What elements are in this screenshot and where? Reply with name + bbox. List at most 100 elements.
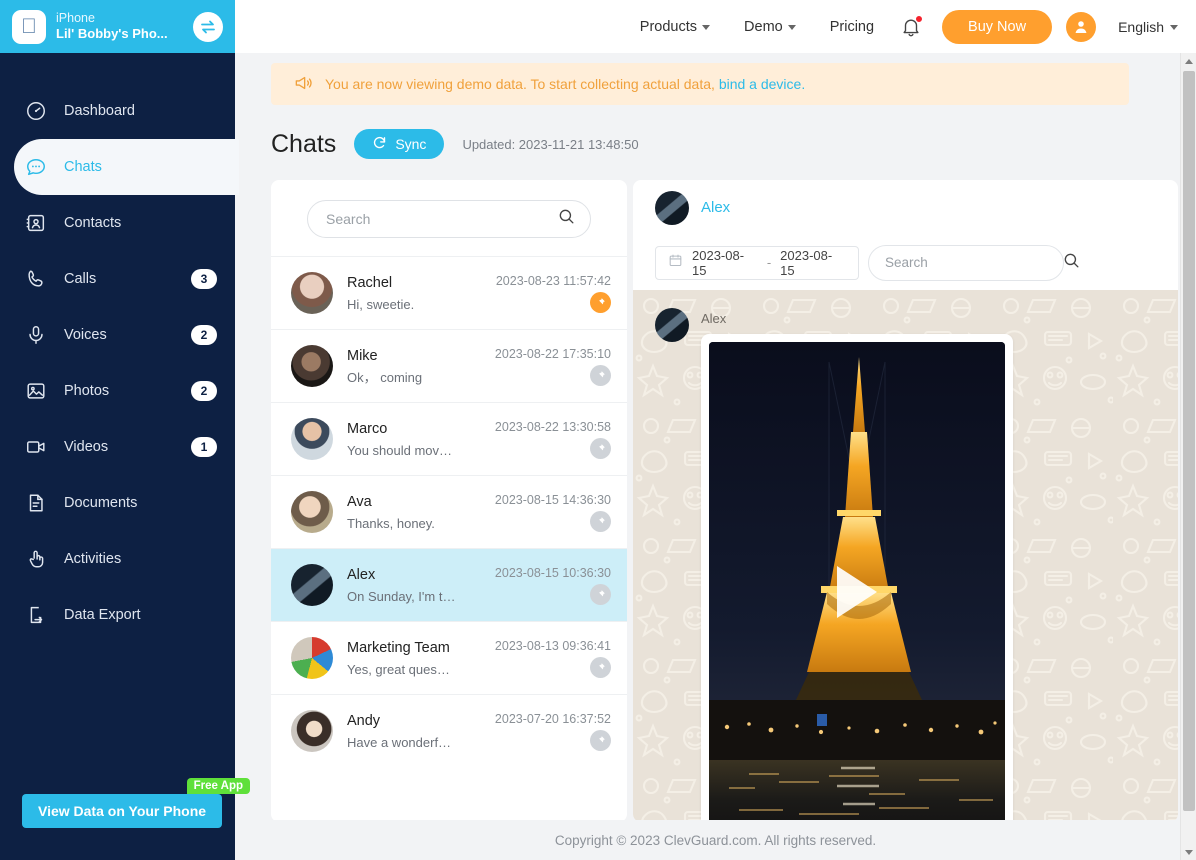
view-data-cta: Free App View Data on Your Phone <box>22 778 251 828</box>
table-row[interactable]: Andy Have a wonderf… 2023-07-20 16:37:52 <box>271 694 627 767</box>
chat-time: 2023-07-20 16:37:52 <box>494 711 611 726</box>
chat-name: Rachel <box>347 274 393 291</box>
device-type: iPhone <box>56 11 95 25</box>
table-row[interactable]: Marco You should mov… 2023-08-22 13:30:5… <box>271 402 627 475</box>
language-selector[interactable]: English <box>1118 19 1178 35</box>
refresh-icon <box>372 135 387 153</box>
chat-time: 2023-08-22 13:30:58 <box>494 419 611 434</box>
photo-icon <box>24 379 48 403</box>
pin-icon[interactable] <box>590 656 611 678</box>
message-item: Alex <box>655 308 1178 820</box>
search-icon[interactable] <box>557 207 576 231</box>
sidebar-item-data-export[interactable]: Data Export <box>0 587 235 643</box>
nav-demo[interactable]: Demo <box>744 19 796 35</box>
pin-icon[interactable] <box>590 364 611 386</box>
device-selector[interactable]:  iPhone Lil' Bobby's Pho... <box>0 0 235 53</box>
pin-icon[interactable] <box>590 291 611 313</box>
page-title: Chats <box>271 129 337 158</box>
apple-icon:  <box>12 9 46 44</box>
chat-time: 2023-08-22 17:35:10 <box>494 346 611 361</box>
chat-row-text: Rachel Hi, sweetie. <box>347 273 482 314</box>
panels: Rachel Hi, sweetie. 2023-08-23 11:57:42 <box>271 180 1178 820</box>
message-area: Alex <box>633 290 1178 820</box>
nav-pricing[interactable]: Pricing <box>830 19 874 35</box>
chat-name: Mike <box>347 347 378 364</box>
message-search-box[interactable] <box>868 244 1079 281</box>
chat-preview: On Sunday, I'm t… <box>347 588 456 604</box>
search-icon[interactable] <box>1062 251 1081 275</box>
sidebar-item-chats[interactable]: Chats <box>14 139 239 195</box>
avatar <box>291 345 333 387</box>
sidebar-label: Dashboard <box>64 103 135 119</box>
media-message-card[interactable] <box>701 334 1013 820</box>
chevron-down-icon <box>1170 25 1178 30</box>
pin-icon[interactable] <box>590 437 611 459</box>
avatar <box>291 564 333 606</box>
speedometer-icon <box>24 99 48 123</box>
scroll-down-arrow[interactable] <box>1181 844 1196 860</box>
chat-name: Marco <box>347 420 388 437</box>
calendar-icon <box>668 253 683 273</box>
search-input[interactable] <box>326 211 557 227</box>
date-from: 2023-08-15 <box>692 247 745 278</box>
sidebar-item-activities[interactable]: Activities <box>0 531 235 587</box>
play-icon[interactable] <box>837 565 877 618</box>
chat-search-box[interactable] <box>307 200 591 238</box>
nav-pricing-label: Pricing <box>829 18 875 35</box>
message-sender: Alex <box>701 311 727 326</box>
view-data-on-phone-button[interactable]: View Data on Your Phone <box>22 794 223 828</box>
sidebar-item-photos[interactable]: Photos 2 <box>0 363 235 419</box>
top-nav-links: Products Demo Pricing <box>640 19 874 35</box>
top-navigation-bar: Products Demo Pricing Buy Now English <box>235 0 1196 53</box>
table-row[interactable]: Marketing Team Yes, great ques… 2023-08-… <box>271 621 627 694</box>
sidebar-badge: 3 <box>191 269 217 289</box>
sidebar-item-contacts[interactable]: Contacts <box>0 195 235 251</box>
date-separator: - <box>766 255 772 270</box>
message-filter-bar: 2023-08-15 - 2023-08-15 <box>633 235 1178 290</box>
user-avatar-icon[interactable] <box>1066 11 1097 42</box>
contact-card-icon <box>24 211 48 235</box>
avatar <box>655 308 689 342</box>
avatar <box>291 710 333 752</box>
switch-device-icon[interactable] <box>193 11 223 42</box>
bind-device-link[interactable]: bind a device. <box>719 76 805 92</box>
sidebar-item-videos[interactable]: Videos 1 <box>0 419 235 475</box>
chat-name: Marketing Team <box>347 639 450 656</box>
chat-preview: You should mov… <box>347 442 453 458</box>
table-row[interactable]: Mike Ok， coming 2023-08-22 17:35:10 <box>271 329 627 402</box>
chat-search-wrap <box>271 180 627 256</box>
chat-list-panel: Rachel Hi, sweetie. 2023-08-23 11:57:42 <box>271 180 627 820</box>
nav-products[interactable]: Products <box>640 19 711 35</box>
pin-icon[interactable] <box>590 510 611 532</box>
sidebar-label: Chats <box>64 159 102 175</box>
table-row[interactable]: Ava Thanks, honey. 2023-08-15 14:36:30 <box>271 475 627 548</box>
sidebar-item-calls[interactable]: Calls 3 <box>0 251 235 307</box>
chat-row-text: Ava Thanks, honey. <box>347 492 481 533</box>
chat-row-text: Marco You should mov… <box>347 419 481 460</box>
avatar <box>655 190 689 225</box>
sync-button[interactable]: Sync <box>354 129 445 159</box>
sidebar-item-dashboard[interactable]: Dashboard <box>0 83 235 139</box>
scrollbar-thumb[interactable] <box>1183 71 1195 811</box>
video-thumbnail[interactable] <box>709 342 1005 820</box>
table-row[interactable]: Rachel Hi, sweetie. 2023-08-23 11:57:42 <box>271 256 627 329</box>
chat-row-text: Andy Have a wonderf… <box>347 711 481 752</box>
date-range-picker[interactable]: 2023-08-15 - 2023-08-15 <box>655 245 859 280</box>
sidebar-badge: 2 <box>191 381 217 401</box>
notification-bell-icon[interactable] <box>900 14 924 38</box>
sidebar-label: Videos <box>64 439 109 455</box>
buy-now-button[interactable]: Buy Now <box>942 9 1053 44</box>
table-row[interactable]: Alex On Sunday, I'm t… 2023-08-15 10:36:… <box>271 548 627 621</box>
pin-icon[interactable] <box>590 729 611 751</box>
scroll-up-arrow[interactable] <box>1181 53 1196 69</box>
pin-icon[interactable] <box>590 583 611 605</box>
sidebar-item-voices[interactable]: Voices 2 <box>0 307 235 363</box>
microphone-icon <box>24 323 48 347</box>
page-scrollbar[interactable] <box>1180 53 1196 860</box>
chat-row-meta: 2023-07-20 16:37:52 <box>495 712 611 751</box>
message-search-input[interactable] <box>885 255 1062 270</box>
sidebar-item-documents[interactable]: Documents <box>0 475 235 531</box>
nav-demo-label: Demo <box>744 18 783 35</box>
sidebar-label: Activities <box>64 551 122 567</box>
chat-preview: Yes, great ques… <box>347 661 450 677</box>
